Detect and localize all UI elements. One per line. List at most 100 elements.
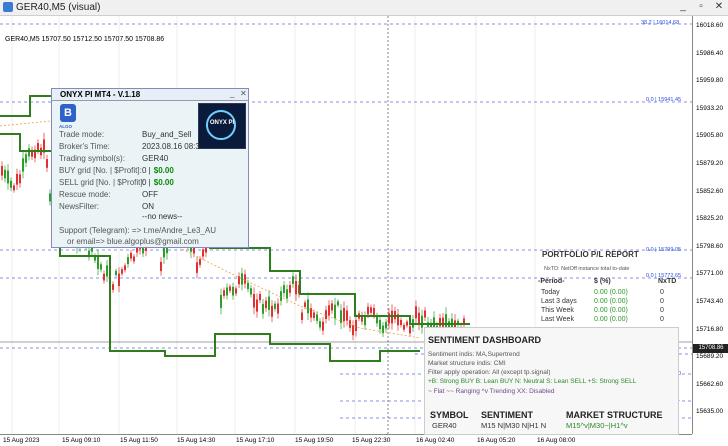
candle-body (367, 306, 369, 315)
app-icon (3, 2, 13, 12)
support-telegram[interactable]: Support (Telegram): => t.me/Andre_Le3_AU (59, 226, 216, 235)
candle-body (259, 294, 261, 301)
onyx-pi-badge: ONYX PI (198, 103, 246, 149)
minimize-button[interactable]: _ (674, 0, 692, 15)
portfolio-nxtd: 0 (660, 307, 664, 314)
onyx-panel[interactable]: ONYX PI MT4 - V.1.18 _ ✕ B ALGO ONYX PI … (51, 88, 249, 248)
candle-body (1, 166, 3, 176)
candle-body (235, 288, 237, 294)
candle-body (7, 170, 9, 184)
onyx-row-value: ON (142, 202, 154, 211)
candle-body (289, 284, 291, 293)
candle-body (106, 265, 108, 277)
candle-body (256, 299, 258, 312)
candle-body (253, 294, 255, 308)
onyx-minimize-button[interactable]: _ (230, 89, 234, 98)
fib-level-label: 0.0 | 15941.45 (646, 97, 682, 103)
candle-body (199, 259, 201, 265)
time-tick: 15 Aug 09:10 (62, 437, 101, 444)
candle-body (130, 252, 132, 259)
candle-body (226, 287, 228, 296)
onyx-panel-header[interactable]: ONYX PI MT4 - V.1.18 _ ✕ (52, 89, 248, 101)
price-tick: 16018.60 (696, 22, 724, 29)
portfolio-value: 0.00 (0.00) (594, 316, 628, 323)
price-tick: 15986.40 (696, 49, 724, 57)
candle-body (13, 185, 15, 191)
candle-body (313, 312, 315, 319)
sentiment-dashboard: SENTIMENT DASHBOARD Sentiment indis: MA,… (424, 327, 679, 435)
portfolio-header-nxtd: NxTD (658, 278, 677, 285)
candle-body (37, 143, 39, 151)
candle-body (331, 303, 333, 311)
portfolio-value: 0.00 (0.00) (594, 298, 628, 305)
price-tick: 15852.60 (696, 187, 724, 195)
candle-body (424, 310, 426, 318)
candle-body (409, 326, 411, 334)
time-tick: 16 Aug 05:20 (477, 437, 516, 444)
time-tick: 15 Aug 14:30 (177, 437, 216, 444)
candle-body (220, 294, 222, 308)
onyx-row-money: $0.00 (153, 178, 174, 187)
candle-body (403, 324, 405, 330)
symbol-value: GER40 (432, 421, 457, 430)
onyx-row-value-text: ON (142, 202, 154, 211)
portfolio-value: 0.00 (0.00) (594, 307, 628, 314)
portfolio-period: Last Week (541, 316, 574, 323)
candle-body (343, 307, 345, 322)
candle-body (4, 169, 6, 179)
candle-body (307, 299, 309, 314)
col-market-structure: MARKET STRUCTURE (566, 410, 663, 420)
candle-body (262, 303, 264, 314)
candle-body (442, 317, 444, 327)
onyx-row-label: Rescue mode: (59, 190, 111, 199)
fib-level-label: 0.0 | 15799.05 (646, 247, 682, 253)
onyx-row-money: $0.00 (153, 166, 174, 175)
candle-body (202, 249, 204, 257)
portfolio-title: PORTFOLIO P/L REPORT (542, 250, 639, 259)
support-email[interactable]: or email=> blue.algoplus@gmail.com (67, 237, 199, 246)
time-tick: 16 Aug 02:40 (416, 437, 455, 444)
candle-body (418, 312, 420, 325)
onyx-row-value-text: 2023.08.16 08:3 (142, 142, 200, 151)
time-tick: 15 Aug 2023 (3, 437, 40, 444)
onyx-row-value: 2023.08.16 08:3 (142, 142, 200, 151)
portfolio-subtitle: NxTD: NetOff instance total to-date (544, 266, 630, 272)
candle-body (328, 305, 330, 316)
time-axis[interactable]: 15 Aug 2023 15 Aug 09:10 15 Aug 11:50 15 Au… (0, 434, 692, 446)
candle-body (301, 312, 303, 320)
window-title: GER40,M5 (visual) (16, 2, 101, 13)
candle-body (160, 261, 162, 272)
portfolio-nxtd: 0 (660, 298, 664, 305)
price-tick: 15716.80 (696, 325, 724, 333)
candle-body (196, 262, 198, 273)
candle-body (346, 310, 348, 321)
algo-logo-icon: B (60, 104, 76, 122)
candle-body (100, 264, 102, 270)
onyx-close-button[interactable]: ✕ (240, 89, 247, 98)
portfolio-header-period: -Period- (538, 278, 565, 285)
candle-body (133, 256, 135, 262)
candle-body (265, 300, 267, 309)
candle-body (277, 303, 279, 314)
restore-button[interactable]: ▫ (692, 0, 710, 15)
candle-body (127, 257, 129, 265)
onyx-row-label: SELL grid [No. | $Profit]: (59, 178, 145, 187)
candle-body (25, 154, 27, 163)
onyx-row-label: Trading symbol(s): (59, 154, 125, 163)
time-tick: 16 Aug 08:00 (537, 437, 576, 444)
candle-body (337, 301, 339, 306)
price-axis[interactable]: 16018.60 15986.40 15959.80 15933.20 15905.80… (692, 16, 728, 434)
filter-operation: Filter apply operation: All (except tp.s… (428, 369, 551, 376)
close-button[interactable]: ✕ (710, 0, 728, 15)
onyx-row-label: NewsFilter: (59, 202, 100, 211)
candle-body (46, 159, 48, 168)
candle-body (292, 276, 294, 284)
candle-body (22, 158, 24, 172)
candle-body (439, 318, 441, 327)
onyx-row-label: BUY grid [No. | $Profit]: (59, 166, 142, 175)
candle-body (115, 270, 117, 276)
candle-body (373, 307, 375, 316)
candle-body (406, 321, 408, 326)
candle-body (370, 307, 372, 313)
candle-body (322, 321, 324, 331)
